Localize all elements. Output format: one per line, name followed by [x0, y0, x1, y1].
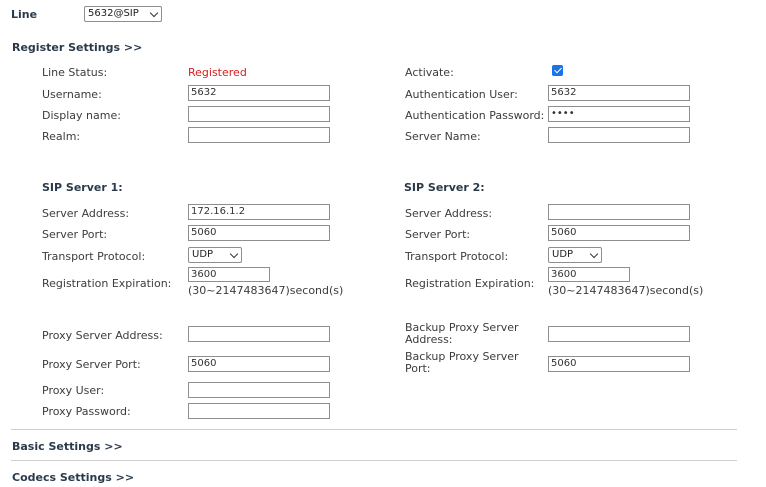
proxy-password-field[interactable] — [188, 403, 330, 419]
register-settings-header[interactable]: Register Settings >> — [12, 41, 142, 54]
server2-address-label: Server Address: — [405, 207, 493, 220]
server1-port-field[interactable]: 5060 — [188, 225, 330, 241]
server1-expiration-field[interactable]: 3600 — [188, 267, 270, 282]
server2-port-label: Server Port: — [405, 228, 471, 241]
display-name-field[interactable] — [188, 106, 330, 122]
sip-server-2-title: SIP Server 2: — [404, 181, 485, 194]
server1-address-label: Server Address: — [42, 207, 130, 220]
proxy-port-label: Proxy Server Port: — [42, 358, 141, 371]
username-field[interactable]: 5632 — [188, 85, 330, 101]
sip-server-1-title: SIP Server 1: — [42, 181, 123, 194]
line-label: Line — [11, 8, 38, 21]
proxy-password-label: Proxy Password: — [42, 405, 131, 418]
line-status-label: Line Status: — [42, 66, 108, 79]
backup-proxy-address-label: Backup Proxy Server Address: — [405, 321, 519, 346]
activate-label: Activate: — [405, 66, 454, 79]
backup-proxy-port-field[interactable]: 5060 — [548, 356, 690, 372]
server2-address-field[interactable] — [548, 204, 690, 220]
server1-expiration-hint: (30~2147483647)second(s) — [188, 284, 344, 297]
auth-password-field[interactable]: •••• — [548, 106, 690, 122]
server2-expiration-field[interactable]: 3600 — [548, 267, 630, 282]
codecs-settings-header[interactable]: Codecs Settings >> — [12, 471, 134, 484]
server2-port-field[interactable]: 5060 — [548, 225, 690, 241]
server2-expiration-label: Registration Expiration: — [405, 277, 535, 290]
realm-label: Realm: — [42, 130, 81, 143]
activate-checkbox[interactable] — [552, 65, 563, 76]
chevron-down-icon — [149, 8, 159, 18]
auth-user-label: Authentication User: — [405, 88, 518, 101]
chevron-down-icon — [229, 249, 239, 259]
auth-password-label: Authentication Password: — [405, 109, 545, 122]
username-label: Username: — [42, 88, 102, 101]
server2-transport-select[interactable]: UDP — [548, 247, 602, 263]
server2-transport-value: UDP — [552, 249, 574, 260]
realm-field[interactable] — [188, 127, 330, 143]
proxy-user-label: Proxy User: — [42, 384, 105, 397]
proxy-port-field[interactable]: 5060 — [188, 356, 330, 372]
server1-transport-label: Transport Protocol: — [42, 250, 146, 263]
server1-address-field[interactable]: 172.16.1.2 — [188, 204, 330, 220]
proxy-address-label: Proxy Server Address: — [42, 329, 163, 342]
line-select[interactable]: 5632@SIP — [84, 6, 162, 22]
server1-expiration-label: Registration Expiration: — [42, 277, 172, 290]
section-divider — [11, 429, 737, 430]
proxy-user-field[interactable] — [188, 382, 330, 398]
backup-proxy-address-field[interactable] — [548, 326, 690, 342]
proxy-address-field[interactable] — [188, 326, 330, 342]
chevron-down-icon — [589, 249, 599, 259]
line-status-value: Registered — [188, 66, 247, 79]
server1-port-label: Server Port: — [42, 228, 108, 241]
server-name-field[interactable] — [548, 127, 690, 143]
backup-proxy-port-label: Backup Proxy Server Port: — [405, 350, 519, 375]
server-name-label: Server Name: — [405, 130, 481, 143]
line-select-value: 5632@SIP — [88, 8, 139, 19]
section-divider — [11, 460, 737, 461]
server2-expiration-hint: (30~2147483647)second(s) — [548, 284, 704, 297]
server2-transport-label: Transport Protocol: — [405, 250, 509, 263]
basic-settings-header[interactable]: Basic Settings >> — [12, 440, 123, 453]
server1-transport-select[interactable]: UDP — [188, 247, 242, 263]
display-name-label: Display name: — [42, 109, 121, 122]
server1-transport-value: UDP — [192, 249, 214, 260]
auth-user-field[interactable]: 5632 — [548, 85, 690, 101]
